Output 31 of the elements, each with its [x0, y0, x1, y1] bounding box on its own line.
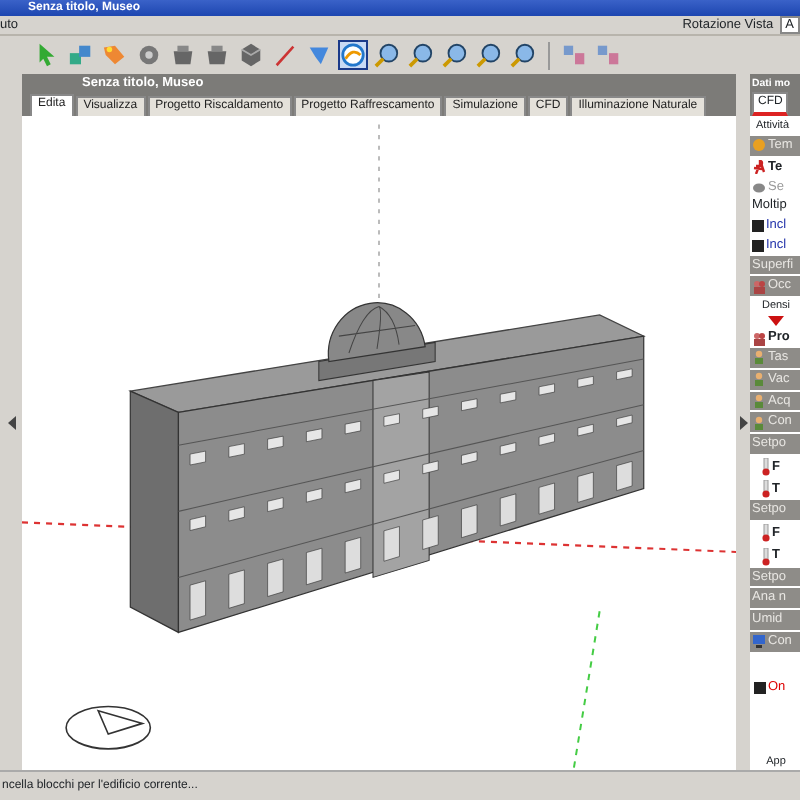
monitor-icon — [752, 634, 766, 649]
slider-marker-icon[interactable] — [768, 316, 784, 327]
pot-tool-button[interactable] — [202, 40, 232, 70]
person-icon — [752, 372, 766, 387]
zoom-tool-button[interactable] — [372, 40, 402, 70]
compass-icon — [65, 705, 152, 750]
cloud-icon — [752, 179, 766, 194]
orbit-tool-button[interactable] — [338, 40, 368, 70]
zoom-tool-button[interactable] — [474, 40, 504, 70]
people-icon — [752, 331, 766, 346]
thermometer-icon — [762, 457, 770, 476]
checkbox[interactable] — [754, 681, 766, 694]
person-icon — [752, 393, 766, 408]
pot-tool-button[interactable] — [168, 40, 198, 70]
people-icon — [752, 279, 766, 294]
collapse-icon[interactable] — [7, 415, 15, 429]
person-icon — [752, 350, 766, 365]
zoom-tool-button[interactable] — [508, 40, 538, 70]
zoom-tool-button[interactable] — [406, 40, 436, 70]
thermometer-icon — [762, 547, 770, 566]
viewport-canvas[interactable] — [22, 116, 736, 770]
pen-tool-button[interactable] — [270, 40, 300, 70]
zoom-tool-button[interactable] — [440, 40, 470, 70]
thermometer-icon — [762, 480, 770, 499]
thermometer-icon — [762, 524, 770, 543]
cube-tool-button[interactable] — [236, 40, 266, 70]
person-icon — [752, 415, 766, 430]
runner-icon — [752, 160, 766, 175]
checkbox[interactable] — [752, 219, 764, 232]
sun-icon — [752, 138, 766, 153]
checkbox[interactable] — [752, 239, 764, 252]
